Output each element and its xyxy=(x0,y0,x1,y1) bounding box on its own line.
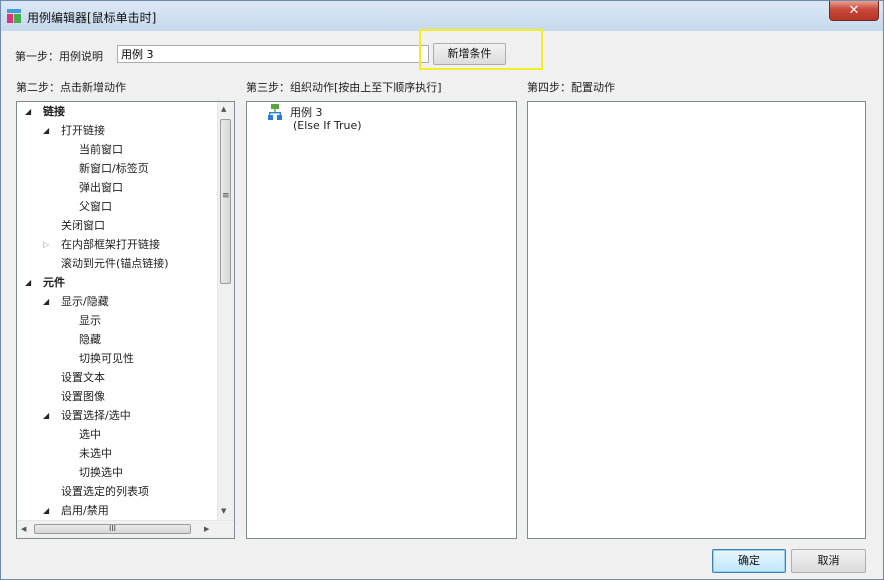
tree-item-label: 显示/隐藏 xyxy=(61,295,109,308)
tree-item[interactable]: ◢ 启用/禁用 xyxy=(17,501,217,520)
tree-item[interactable]: ◢ 设置选择/选中 xyxy=(17,406,217,425)
scroll-up-icon[interactable]: ▲ xyxy=(221,105,226,113)
grip-icon: ≡ xyxy=(222,191,230,201)
scroll-left-icon[interactable]: ◀ xyxy=(21,525,26,533)
tree-item[interactable]: ◢ 元件 xyxy=(17,273,217,292)
tree-item-label: 设置图像 xyxy=(61,390,105,403)
tree-item[interactable]: ◢ 打开链接 xyxy=(17,121,217,140)
tree-item-label: 元件 xyxy=(43,276,65,289)
tree-item[interactable]: 选中 xyxy=(17,425,217,444)
scroll-right-icon[interactable]: ▶ xyxy=(204,525,209,533)
tree-item[interactable]: ▷ 在内部框架打开链接 xyxy=(17,235,217,254)
collapsed-icon[interactable]: ▷ xyxy=(43,235,49,254)
tree-item-label: 打开链接 xyxy=(61,124,105,137)
case-name-label[interactable]: 用例 3 xyxy=(290,104,323,120)
tree-item-label: 链接 xyxy=(43,105,65,118)
tree-item-label: 启用/禁用 xyxy=(61,504,109,517)
tree-item-label: 在内部框架打开链接 xyxy=(61,238,160,251)
close-button[interactable]: ✕ xyxy=(829,1,879,21)
expanded-icon[interactable]: ◢ xyxy=(43,292,49,311)
tree-item[interactable]: 隐藏 xyxy=(17,330,217,349)
case-description-input[interactable] xyxy=(117,45,429,63)
step1-label: 第一步：用例说明 xyxy=(15,50,103,63)
ok-button[interactable]: 确定 xyxy=(712,549,786,573)
dialog-body: 第一步：用例说明 新增条件 第二步：点击新增动作 第三步：组织动作[按由上至下顺… xyxy=(7,29,877,575)
scroll-down-icon[interactable]: ▼ xyxy=(221,507,226,515)
expanded-icon[interactable]: ◢ xyxy=(43,121,49,140)
step2-label: 第二步：点击新增动作 xyxy=(16,81,126,94)
use-case-editor-window: 用例编辑器[鼠标单击时] ✕ 第一步：用例说明 新增条件 第二步：点击新增动作 … xyxy=(0,0,884,580)
tree-item-label: 设置选择/选中 xyxy=(61,409,131,422)
horizontal-scrollbar[interactable]: ◀ III ▶ xyxy=(17,520,234,538)
tree-item[interactable]: 滚动到元件(锚点链接) xyxy=(17,254,217,273)
tree-item-label: 选中 xyxy=(79,428,101,441)
tree-item[interactable]: 切换选中 xyxy=(17,463,217,482)
tree-item[interactable]: 设置文本 xyxy=(17,368,217,387)
tree-item[interactable]: 新窗口/标签页 xyxy=(17,159,217,178)
tree-item-label: 弹出窗口 xyxy=(79,181,123,194)
tree-item-label: 父窗口 xyxy=(79,200,112,213)
tree-item-label: 隐藏 xyxy=(79,333,101,346)
vertical-scrollbar[interactable]: ▲ ≡ ▼ xyxy=(217,102,234,521)
tree-item[interactable]: ◢ 链接 xyxy=(17,102,217,121)
tree-item[interactable]: 当前窗口 xyxy=(17,140,217,159)
organize-actions-panel[interactable]: 用例 3 (Else If True) xyxy=(246,101,517,539)
expanded-icon[interactable]: ◢ xyxy=(25,102,31,121)
actions-tree-panel[interactable]: ◢ 链接 ◢ 打开链接当前窗口新窗口/标签页 弹出窗口父窗口关闭窗口 ▷ 在内部框架打开链接… xyxy=(16,101,235,539)
window-title: 用例编辑器[鼠标单击时] xyxy=(27,11,157,25)
tree-item[interactable]: 切换可见性 xyxy=(17,349,217,368)
expanded-icon[interactable]: ◢ xyxy=(43,501,49,520)
tree-item[interactable]: 关闭窗口 xyxy=(17,216,217,235)
tree-item[interactable]: 设置图像 xyxy=(17,387,217,406)
tree-item-label: 设置文本 xyxy=(61,371,105,384)
configure-actions-panel[interactable] xyxy=(527,101,866,539)
case-condition-label: (Else If True) xyxy=(293,119,362,132)
tree-item-label: 切换可见性 xyxy=(79,352,134,365)
tree-item-label: 关闭窗口 xyxy=(61,219,105,232)
tree-item-label: 显示 xyxy=(79,314,101,327)
tree-item-label: 未选中 xyxy=(79,447,112,460)
tree-item[interactable]: ◢ 显示/隐藏 xyxy=(17,292,217,311)
tree-item[interactable]: 显示 xyxy=(17,311,217,330)
tree-item[interactable]: 弹出窗口 xyxy=(17,178,217,197)
step3-label: 第三步：组织动作[按由上至下顺序执行] xyxy=(246,81,442,94)
tree-item[interactable]: 父窗口 xyxy=(17,197,217,216)
tree-item[interactable]: 未选中 xyxy=(17,444,217,463)
add-condition-button[interactable]: 新增条件 xyxy=(433,43,506,65)
grip-icon: III xyxy=(108,524,117,533)
step4-label: 第四步：配置动作 xyxy=(527,81,615,94)
expanded-icon[interactable]: ◢ xyxy=(25,273,31,292)
tree-item[interactable]: 设置选定的列表项 xyxy=(17,482,217,501)
tree-item-label: 当前窗口 xyxy=(79,143,123,156)
cancel-button[interactable]: 取消 xyxy=(791,549,866,573)
app-icon xyxy=(7,9,21,23)
horizontal-scroll-thumb[interactable]: III xyxy=(34,524,191,534)
title-bar[interactable]: 用例编辑器[鼠标单击时] ✕ xyxy=(1,1,883,31)
tree-item-label: 切换选中 xyxy=(79,466,123,479)
vertical-scroll-thumb[interactable]: ≡ xyxy=(220,119,231,284)
case-icon xyxy=(268,104,282,120)
tree-item-label: 滚动到元件(锚点链接) xyxy=(61,257,169,270)
tree-item-label: 设置选定的列表项 xyxy=(61,485,149,498)
tree-item-label: 新窗口/标签页 xyxy=(79,162,149,175)
expanded-icon[interactable]: ◢ xyxy=(43,406,49,425)
